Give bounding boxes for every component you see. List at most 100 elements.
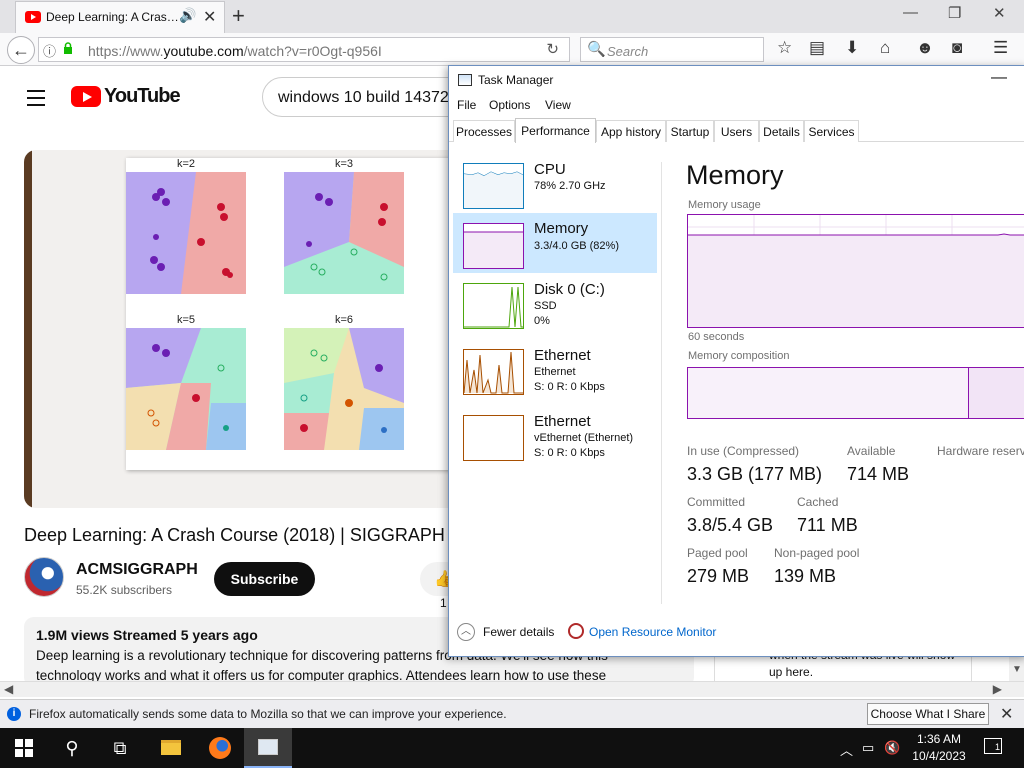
slide-content: k=2 k=3 k=5 k=6 (126, 158, 454, 470)
youtube-search-input[interactable]: windows 10 build 14372 (262, 77, 462, 117)
resource-cpu[interactable]: CPU 78% 2.70 GHz (453, 161, 657, 221)
close-notification-icon[interactable]: ✕ (1000, 704, 1013, 724)
memory-composition-bar (687, 367, 1024, 419)
bookmark-star-icon[interactable]: ☆ (777, 38, 792, 58)
resource-detail: 3.3/4.0 GB (82%) (534, 240, 619, 252)
in-use-label: In use (Compressed) (687, 444, 800, 458)
tab-users[interactable]: Users (714, 120, 759, 142)
task-manager-icon (458, 74, 472, 86)
tab-app-history[interactable]: App history (596, 120, 666, 142)
resource-detail: 0% (534, 315, 550, 327)
choose-what-i-share-button[interactable]: Choose What I Share (867, 703, 989, 725)
cluster-panel: k=5 (126, 314, 246, 450)
action-center-icon[interactable]: 1 (984, 738, 1002, 754)
browser-tab[interactable]: Deep Learning: A Cras… 🔊 ✕ (15, 1, 225, 33)
menu-file[interactable]: File (457, 98, 476, 112)
tab-services[interactable]: Services (804, 120, 859, 142)
nonpaged-pool-label: Non-paged pool (774, 546, 860, 560)
minimize-icon[interactable]: — (991, 69, 1007, 87)
browser-search-box[interactable]: 🔍 Search (580, 37, 764, 62)
channel-avatar[interactable] (24, 557, 64, 597)
close-window-icon[interactable]: ✕ (993, 4, 1006, 22)
task-manager-taskbar-icon[interactable] (244, 728, 292, 768)
task-view-icon[interactable]: ⧉ (96, 728, 144, 768)
reload-icon[interactable]: ↻ (546, 40, 559, 58)
restore-icon[interactable]: ❐ (948, 4, 961, 22)
windows-logo-icon (15, 739, 33, 757)
chevron-up-icon[interactable]: ︿ (840, 740, 853, 759)
subscribe-button[interactable]: Subscribe (214, 562, 315, 596)
guide-menu-icon[interactable] (27, 90, 45, 111)
committed-value: 3.8/5.4 GB (687, 515, 774, 535)
resource-detail: Ethernet (534, 366, 576, 378)
info-icon: i (7, 707, 21, 721)
new-tab-button[interactable]: + (232, 3, 245, 29)
speaker-icon[interactable]: 🔊 (179, 7, 196, 24)
memory-thumbnail (463, 223, 524, 269)
network-icon[interactable]: ▭ (862, 740, 874, 756)
firefox-icon[interactable] (196, 728, 244, 768)
back-button[interactable]: ← (7, 36, 35, 64)
cluster-panel: k=3 (284, 158, 404, 294)
clock-time: 1:36 AM (916, 732, 962, 746)
youtube-favicon-icon (25, 11, 41, 23)
resource-memory[interactable]: Memory 3.3/4.0 GB (82%) (453, 213, 657, 273)
pocket-icon[interactable]: ◙ (952, 38, 962, 58)
menu-view[interactable]: View (545, 98, 571, 112)
subscriber-count: 55.2K subscribers (76, 583, 173, 597)
open-resource-monitor-link[interactable]: Open Resource Monitor (589, 625, 716, 639)
tab-processes[interactable]: Processes (453, 120, 515, 142)
search-icon[interactable]: ⚲ (48, 728, 96, 768)
tab-startup[interactable]: Startup (666, 120, 714, 142)
task-manager-window: Task Manager — File Options View Process… (448, 65, 1024, 657)
resource-name: Disk 0 (C:) (534, 281, 605, 298)
chevron-up-icon[interactable]: ︿ (457, 623, 475, 641)
resource-detail: S: 0 R: 0 Kbps (534, 447, 605, 459)
resource-detail: SSD (534, 300, 557, 312)
clock-date: 10/4/2023 (912, 749, 966, 763)
menu-options[interactable]: Options (489, 98, 530, 112)
detail-title: Memory (686, 160, 784, 190)
reading-list-icon[interactable]: ▤ (809, 38, 825, 58)
download-icon[interactable]: ⬇ (845, 38, 859, 58)
scroll-right-icon[interactable]: ▶ (993, 682, 1002, 696)
tab-performance[interactable]: Performance (515, 118, 596, 143)
cluster-plot (126, 328, 246, 450)
views-meta: 1.9M views Streamed 5 years ago (36, 627, 258, 643)
available-label: Available (847, 444, 896, 458)
minimize-icon[interactable]: — (903, 4, 918, 21)
channel-name[interactable]: ACMSIGGRAPH (76, 561, 198, 579)
windows-taskbar: ⚲ ⧉ ︿ ▭ 🔇 1:36 AM 10/4/2023 1 (0, 728, 1024, 768)
start-button[interactable] (0, 728, 48, 768)
scroll-left-icon[interactable]: ◀ (4, 682, 13, 696)
volume-muted-icon[interactable]: 🔇 (884, 740, 900, 756)
info-icon[interactable]: ⓘ (43, 41, 56, 60)
chat-icon[interactable]: ☻ (916, 38, 934, 58)
horizontal-scrollbar[interactable]: ◀ ▶ (0, 681, 1024, 697)
tab-close-icon[interactable]: ✕ (203, 7, 216, 27)
tab-details[interactable]: Details (759, 120, 804, 142)
fewer-details-link[interactable]: Fewer details (483, 625, 554, 639)
youtube-logo-icon[interactable] (71, 86, 101, 107)
hamburger-menu-icon[interactable]: ☰ (993, 38, 1008, 58)
resource-ethernet[interactable]: Ethernet Ethernet S: 0 R: 0 Kbps (453, 347, 657, 407)
resource-name: CPU (534, 161, 566, 178)
memory-usage-label: Memory usage (688, 199, 761, 211)
resource-disk[interactable]: Disk 0 (C:) SSD 0% (453, 281, 657, 341)
video-title: Deep Learning: A Crash Course (2018) | S… (24, 525, 445, 545)
file-explorer-icon[interactable] (147, 728, 195, 768)
system-clock[interactable]: 1:36 AM 10/4/2023 (906, 731, 972, 765)
browser-toolbar: ← ⓘ https://www.youtube.com/watch?v=r0Og… (0, 33, 1024, 66)
cpu-thumbnail (463, 163, 524, 209)
youtube-wordmark[interactable]: YouTube (104, 85, 181, 108)
url-bar[interactable]: ⓘ https://www.youtube.com/watch?v=r0Ogt-… (38, 37, 570, 62)
task-manager-titlebar[interactable]: Task Manager — (449, 66, 1024, 94)
resource-name: Memory (534, 220, 589, 237)
hardware-reserved-label: Hardware reserved (937, 444, 1024, 458)
home-icon[interactable]: ⌂ (880, 38, 890, 58)
video-player[interactable]: k=2 k=3 k=5 k=6 (24, 150, 454, 508)
cluster-plot (284, 328, 404, 450)
resource-ethernet[interactable]: Ethernet vEthernet (Ethernet) S: 0 R: 0 … (453, 413, 657, 473)
tab-strip: Processes Performance App history Startu… (449, 118, 1024, 143)
cached-value: 711 MB (797, 515, 858, 535)
